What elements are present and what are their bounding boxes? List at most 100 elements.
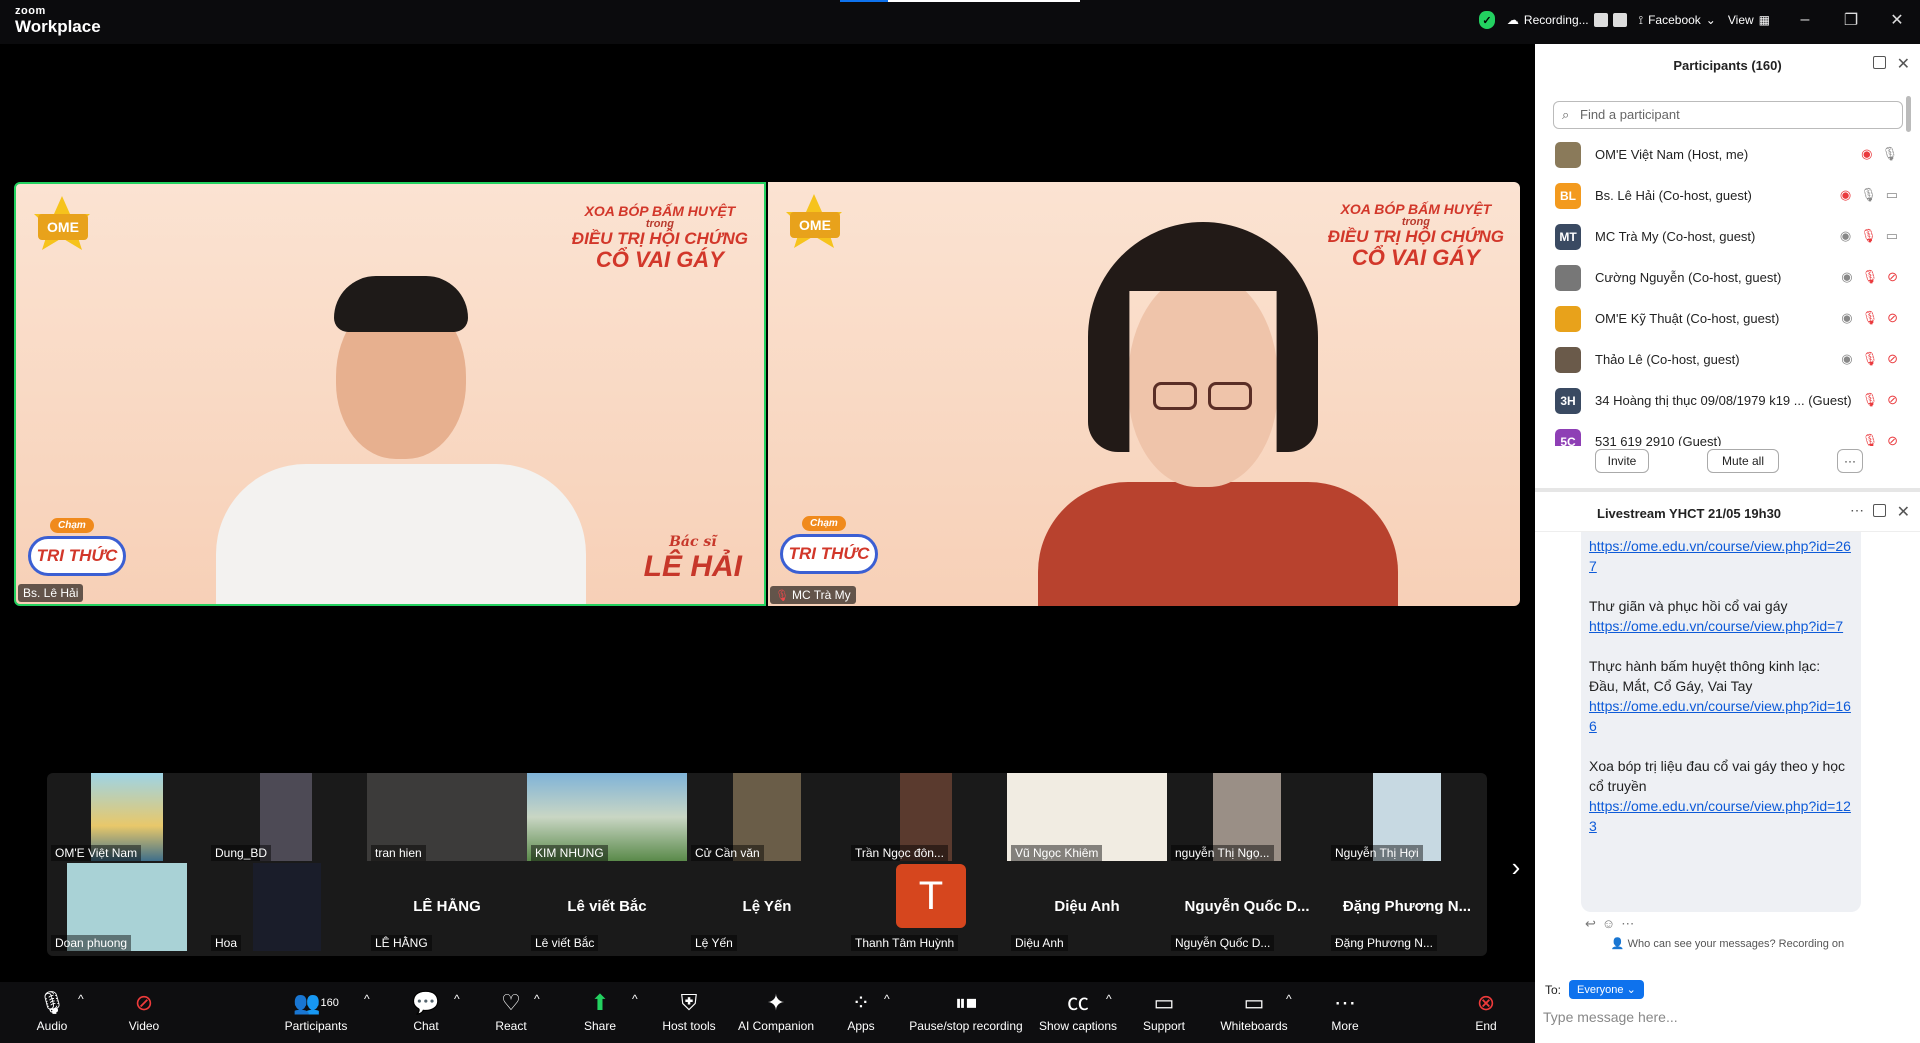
video-off-icon[interactable]: ⊘	[1887, 433, 1898, 446]
gallery-tile[interactable]: Hoa	[207, 863, 367, 951]
chevron-up-icon[interactable]: ^	[364, 992, 370, 1006]
video-off-icon[interactable]: ⊘	[1887, 310, 1898, 326]
more-icon[interactable]: ⋯	[1850, 502, 1864, 519]
message-visibility-info[interactable]: 👤 Who can see your messages? Recording o…	[1535, 937, 1920, 950]
chat-message-input[interactable]: Type message here...	[1543, 1009, 1893, 1025]
participant-row[interactable]: BL Bs. Lê Hải (Co-host, guest) ◉ 🎙 ▭	[1535, 175, 1920, 216]
chevron-up-icon[interactable]: ^	[1106, 992, 1112, 1006]
chevron-up-icon[interactable]: ^	[454, 992, 460, 1006]
invite-button[interactable]: Invite	[1595, 449, 1649, 473]
video-off-icon[interactable]: ⊘	[1887, 351, 1898, 367]
video-tile-speaker-1[interactable]: OME XOA BÓP BẤM HUYỆT trong ĐIỀU TRỊ HỘI…	[14, 182, 766, 606]
livestream-indicator[interactable]: ⟟ Facebook ⌄	[1639, 13, 1716, 28]
chevron-up-icon[interactable]: ^	[534, 992, 540, 1006]
gallery-tile[interactable]: Dung_BD	[207, 773, 367, 861]
chat-button[interactable]: 💬 Chat	[410, 990, 442, 1033]
mic-muted-icon[interactable]: 🎙	[1862, 392, 1879, 408]
react-button[interactable]: ♡ React	[494, 990, 528, 1033]
end-meeting-button[interactable]: ⊗ End	[1474, 990, 1498, 1033]
video-camera-icon[interactable]: ▭	[1886, 187, 1898, 203]
side-panel: Participants (160) ✕ ⌕ Find a participan…	[1535, 44, 1920, 1043]
emoji-icon[interactable]: ☺	[1602, 916, 1621, 931]
chevron-right-icon[interactable]: ›	[1504, 852, 1528, 882]
chevron-up-icon[interactable]: ^	[632, 992, 638, 1006]
participant-row[interactable]: OM'E Kỹ Thuật (Co-host, guest) ◉ 🎙 ⊘	[1535, 298, 1920, 339]
gallery-tile[interactable]: Vũ Ngọc Khiêm	[1007, 773, 1167, 861]
gallery-tile[interactable]: Đặng Phương N... Đặng Phương N...	[1327, 863, 1487, 951]
gallery-tile[interactable]: Nguyễn Thị Hợi	[1327, 773, 1487, 861]
gallery-tile[interactable]: Lệ Yến Lệ Yến	[687, 863, 847, 951]
whiteboards-button[interactable]: ▭ Whiteboards	[1218, 990, 1290, 1033]
recipient-select[interactable]: Everyone ⌄	[1569, 980, 1644, 999]
participant-row[interactable]: 5C 531 619 2910 (Guest) 🎙 ⊘	[1535, 421, 1920, 446]
mic-muted-icon[interactable]: 🎙	[1860, 228, 1877, 244]
avatar: 5C	[1555, 429, 1581, 446]
gallery-tile[interactable]: OM'E Việt Nam	[47, 773, 207, 861]
encryption-indicator[interactable]: ✓	[1478, 11, 1495, 29]
apps-button[interactable]: ⁘ Apps	[846, 990, 876, 1033]
popout-icon[interactable]	[1873, 504, 1886, 517]
video-tile-speaker-2[interactable]: OME XOA BÓP BẤM HUYỆT trong ĐIỀU TRỊ HỘI…	[768, 182, 1520, 606]
host-tools-button[interactable]: ⛨ Host tools	[660, 990, 718, 1033]
gallery-tile[interactable]: Cử Cần văn	[687, 773, 847, 861]
share-button[interactable]: ⬆ Share	[584, 990, 616, 1033]
pause-stop-recording-button[interactable]: ⏸⏹ Pause/stop recording	[908, 990, 1024, 1033]
chat-link[interactable]: https://ome.edu.vn/course/view.php?id=12…	[1589, 798, 1851, 834]
gallery-tile[interactable]: LÊ HẰNG LÊ HẰNG	[367, 863, 527, 951]
video-button[interactable]: ⊘ Video	[124, 990, 164, 1033]
mute-all-button[interactable]: Mute all	[1707, 449, 1779, 473]
more-options-button[interactable]: ···	[1837, 449, 1863, 473]
gallery-tile[interactable]: KIM NHUNG	[527, 773, 687, 861]
chat-link[interactable]: https://ome.edu.vn/course/view.php?id=26…	[1589, 538, 1851, 574]
gallery-tile[interactable]: nguyễn Thị Ngọ...	[1167, 773, 1327, 861]
chevron-up-icon[interactable]: ^	[78, 992, 84, 1006]
participant-search-input[interactable]: ⌕ Find a participant	[1553, 101, 1903, 129]
participant-row[interactable]: Cường Nguyễn (Co-host, guest) ◉ 🎙 ⊘	[1535, 257, 1920, 298]
microphone-icon[interactable]: 🎙	[1860, 187, 1877, 203]
participant-row[interactable]: MT MC Trà My (Co-host, guest) ◉ 🎙 ▭	[1535, 216, 1920, 257]
minimize-button[interactable]: –	[1782, 11, 1828, 29]
gallery-tile[interactable]: Diệu Anh Diệu Anh	[1007, 863, 1167, 951]
mic-muted-icon[interactable]: 🎙	[1862, 351, 1879, 367]
restore-button[interactable]: ❐	[1828, 10, 1874, 30]
pause-recording-icon[interactable]	[1593, 13, 1608, 27]
audio-button[interactable]: 🎙 Audio	[32, 990, 72, 1033]
recording-indicator[interactable]: ☁ Recording...	[1507, 13, 1627, 27]
close-window-button[interactable]: ✕	[1874, 10, 1920, 30]
more-icon[interactable]: ⋯	[1621, 916, 1640, 931]
participant-list-scrollbar[interactable]	[1906, 96, 1911, 132]
gallery-tile[interactable]: T Thanh Tâm Huỳnh	[847, 863, 1007, 951]
more-button[interactable]: ⋯ More	[1328, 990, 1362, 1033]
avatar: BL	[1555, 183, 1581, 209]
popout-icon[interactable]	[1873, 56, 1886, 69]
mic-muted-icon[interactable]: 🎙	[1862, 269, 1879, 285]
gallery-tile[interactable]: Doan phuong	[47, 863, 207, 951]
participant-row[interactable]: Thảo Lê (Co-host, guest) ◉ 🎙 ⊘	[1535, 339, 1920, 380]
close-icon[interactable]: ✕	[1897, 54, 1910, 74]
gallery-tile[interactable]: Nguyễn Quốc D... Nguyễn Quốc D...	[1167, 863, 1327, 951]
video-off-icon[interactable]: ⊘	[1887, 269, 1898, 285]
mic-muted-icon[interactable]: 🎙	[1862, 433, 1879, 446]
mic-muted-icon[interactable]: 🎙	[1862, 310, 1879, 326]
microphone-icon[interactable]: 🎙	[1881, 146, 1898, 162]
event-banner: XOA BÓP BẤM HUYỆT trong ĐIỀU TRỊ HỘI CHỨ…	[1327, 201, 1504, 271]
gallery-tile[interactable]: Lê viết Bắc Lê viết Bắc	[527, 863, 687, 951]
video-camera-icon[interactable]: ▭	[1886, 228, 1898, 244]
participant-row[interactable]: 3H 34 Hoàng thị thục 09/08/1979 k19 ... …	[1535, 380, 1920, 421]
ai-companion-button[interactable]: ✦ AI Companion	[736, 990, 816, 1033]
chevron-up-icon[interactable]: ^	[1286, 992, 1292, 1006]
chat-link[interactable]: https://ome.edu.vn/course/view.php?id=16…	[1589, 698, 1851, 734]
view-button[interactable]: View ▦	[1728, 13, 1770, 27]
chevron-up-icon[interactable]: ^	[884, 992, 890, 1006]
stop-recording-icon[interactable]	[1612, 13, 1627, 27]
chat-link[interactable]: https://ome.edu.vn/course/view.php?id=7	[1589, 618, 1843, 634]
participants-button[interactable]: 👥160 Participants	[280, 990, 352, 1033]
participant-row[interactable]: OM'E Việt Nam (Host, me) ◉ 🎙	[1535, 134, 1920, 175]
video-off-icon[interactable]: ⊘	[1887, 392, 1898, 408]
gallery-tile[interactable]: tran hien	[367, 773, 527, 861]
gallery-tile[interactable]: Trần Ngọc đôn...	[847, 773, 1007, 861]
close-icon[interactable]: ✕	[1897, 502, 1910, 522]
avatar	[1555, 265, 1581, 291]
reply-icon[interactable]: ↩	[1585, 916, 1602, 931]
support-button[interactable]: ▭ Support	[1142, 990, 1186, 1033]
